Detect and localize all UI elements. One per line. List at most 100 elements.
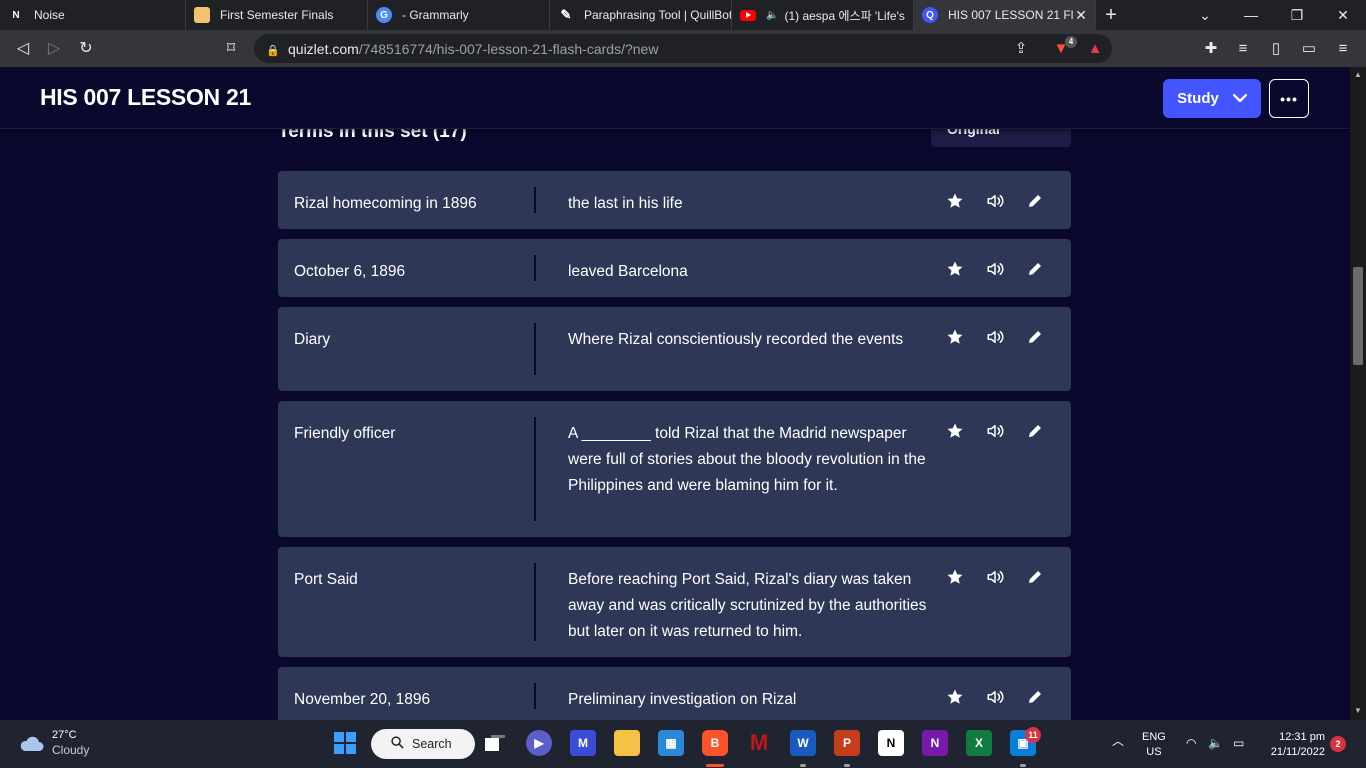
term-card: November 20, 1896 Preliminary investigat… — [278, 667, 1071, 720]
brave-rewards-icon[interactable]: ▲ — [1084, 38, 1106, 60]
browser-tab-quizlet[interactable]: Q HIS 007 LESSON 21 Flash ✕ — [914, 0, 1096, 30]
teams-chat-icon[interactable]: ▶ — [526, 730, 552, 756]
url-host: quizlet.com — [288, 40, 359, 57]
scrollbar-thumb[interactable] — [1353, 267, 1363, 365]
browser-tab-quillbot[interactable]: ✎ Paraphrasing Tool | QuillBot — [550, 0, 732, 30]
browser-tab-first-semester[interactable]: First Semester Finals — [186, 0, 368, 30]
minimize-button[interactable]: — — [1228, 0, 1274, 30]
edit-icon[interactable] — [1025, 421, 1045, 441]
edit-icon[interactable] — [1025, 191, 1045, 211]
edit-icon[interactable] — [1025, 687, 1045, 707]
term-card: Friendly officer A ________ told Rizal t… — [278, 401, 1071, 537]
star-icon[interactable] — [945, 327, 965, 347]
definition-text: Where Rizal conscientiously recorded the… — [568, 331, 904, 348]
browser-tab-grammarly[interactable]: G - Grammarly — [368, 0, 550, 30]
tab-title: - Grammarly — [402, 8, 469, 22]
browser-toolbar: ◁ ▷ ↻ ⌑ 🔒 quizlet.com /748516774/his-007… — [0, 30, 1366, 67]
wifi-icon[interactable]: ◠ — [1186, 736, 1196, 751]
excel-icon[interactable]: X — [966, 730, 992, 756]
more-options-button[interactable]: ••• — [1269, 79, 1309, 118]
tab-title: HIS 007 LESSON 21 Flash — [948, 8, 1078, 22]
sidebar-icon[interactable]: ▯ — [1265, 38, 1287, 60]
clock[interactable]: 12:31 pm 21/11/2022 — [1265, 730, 1325, 760]
word-icon[interactable]: W — [790, 730, 816, 756]
playlist-icon[interactable]: ≡ — [1232, 38, 1254, 60]
teams-notification-badge: 11 — [1025, 727, 1041, 743]
wallet-icon[interactable]: ▭ — [1298, 38, 1320, 60]
close-window-button[interactable]: ✕ — [1320, 0, 1366, 30]
quizlet-icon: Q — [922, 7, 938, 23]
notification-center-badge[interactable]: 2 — [1330, 736, 1346, 752]
close-tab-icon[interactable]: ✕ — [1073, 7, 1089, 23]
card-divider — [534, 417, 536, 521]
restore-button[interactable]: ❐ — [1274, 0, 1320, 30]
powerpoint-icon[interactable]: P — [834, 730, 860, 756]
back-icon[interactable]: ◁ — [12, 38, 34, 60]
term-text: Friendly officer — [294, 425, 396, 442]
menu-icon[interactable]: ≡ — [1332, 38, 1354, 60]
date: 21/11/2022 — [1270, 746, 1325, 758]
active-app-indicator — [706, 764, 724, 767]
audio-icon[interactable] — [985, 327, 1005, 347]
edit-icon[interactable] — [1025, 567, 1045, 587]
tab-search-icon[interactable]: ⌄ — [1182, 0, 1228, 30]
microsoft-store-icon[interactable]: ▦ — [658, 730, 684, 756]
language-indicator[interactable]: ENG US — [1142, 730, 1166, 760]
battery-icon[interactable]: ▭ — [1233, 736, 1244, 751]
forward-icon[interactable]: ▷ — [43, 38, 65, 60]
audio-icon[interactable] — [985, 421, 1005, 441]
study-button[interactable]: Study — [1163, 79, 1261, 118]
share-icon[interactable]: ⇪ — [1010, 38, 1032, 60]
term-text: Port Said — [294, 571, 358, 588]
browser-tab-strip: N Noise First Semester Finals G - Gramma… — [0, 0, 1366, 30]
taskbar-search[interactable]: Search — [371, 729, 475, 759]
audio-icon[interactable] — [985, 567, 1005, 587]
notepad-icon — [194, 7, 210, 23]
definition-text: the last in his life — [568, 195, 683, 212]
star-icon[interactable] — [945, 567, 965, 587]
audio-playing-icon[interactable]: 🔈 — [766, 10, 778, 21]
tab-title: (1) aespa 에스파 'Life's — [784, 8, 905, 23]
extensions-icon[interactable]: ✚ — [1200, 38, 1222, 60]
reload-icon[interactable]: ↻ — [75, 38, 97, 60]
star-icon[interactable] — [945, 191, 965, 211]
audio-icon[interactable] — [985, 687, 1005, 707]
address-bar[interactable]: 🔒 quizlet.com /748516774/his-007-lesson-… — [254, 34, 1112, 63]
file-explorer-icon[interactable] — [614, 730, 640, 756]
card-divider — [534, 323, 536, 375]
edit-icon[interactable] — [1025, 259, 1045, 279]
term-text: November 20, 1896 — [294, 691, 431, 708]
edit-icon[interactable] — [1025, 327, 1045, 347]
star-icon[interactable] — [945, 259, 965, 279]
term-card: Rizal homecoming in 1896 the last in his… — [278, 171, 1071, 229]
scroll-up-icon[interactable]: ▲ — [1350, 69, 1366, 81]
notion-app-icon[interactable]: N — [878, 730, 904, 756]
windows-start-icon[interactable] — [332, 730, 358, 756]
visual-studio-icon[interactable]: M — [570, 730, 596, 756]
windows-taskbar: 27°C Cloudy Search ▶ M ▦ B M W P N N X ▣… — [0, 720, 1366, 768]
tab-title: Paraphrasing Tool | QuillBot — [584, 8, 731, 22]
onenote-icon[interactable]: N — [922, 730, 948, 756]
audio-icon[interactable] — [985, 259, 1005, 279]
browser-tab-noise[interactable]: N Noise — [0, 0, 186, 30]
show-hidden-icons-icon[interactable]: ︿ — [1112, 734, 1124, 749]
region-code: US — [1146, 746, 1162, 758]
bookmark-icon[interactable]: ⌑ — [220, 38, 242, 60]
audio-icon[interactable] — [985, 191, 1005, 211]
brave-browser-icon[interactable]: B — [702, 730, 728, 756]
scroll-down-icon[interactable]: ▼ — [1350, 705, 1366, 717]
volume-icon[interactable]: 🔈 — [1208, 736, 1223, 751]
running-app-indicator — [844, 764, 850, 767]
weather-widget[interactable]: 27°C Cloudy — [18, 728, 89, 758]
task-view-icon[interactable] — [482, 730, 508, 756]
browser-tab-youtube[interactable]: 🔈 (1) aespa 에스파 'Life's — [732, 0, 914, 30]
star-icon[interactable] — [945, 687, 965, 707]
search-label: Search — [412, 737, 452, 751]
definition-text: Preliminary investigation on Rizal — [568, 691, 797, 708]
mcafee-icon[interactable]: M — [746, 730, 772, 756]
card-divider — [534, 255, 536, 281]
cloud-icon — [20, 736, 44, 751]
new-tab-button[interactable]: + — [1096, 0, 1126, 30]
star-icon[interactable] — [945, 421, 965, 441]
page-scrollbar[interactable]: ▲ ▼ — [1350, 67, 1366, 720]
